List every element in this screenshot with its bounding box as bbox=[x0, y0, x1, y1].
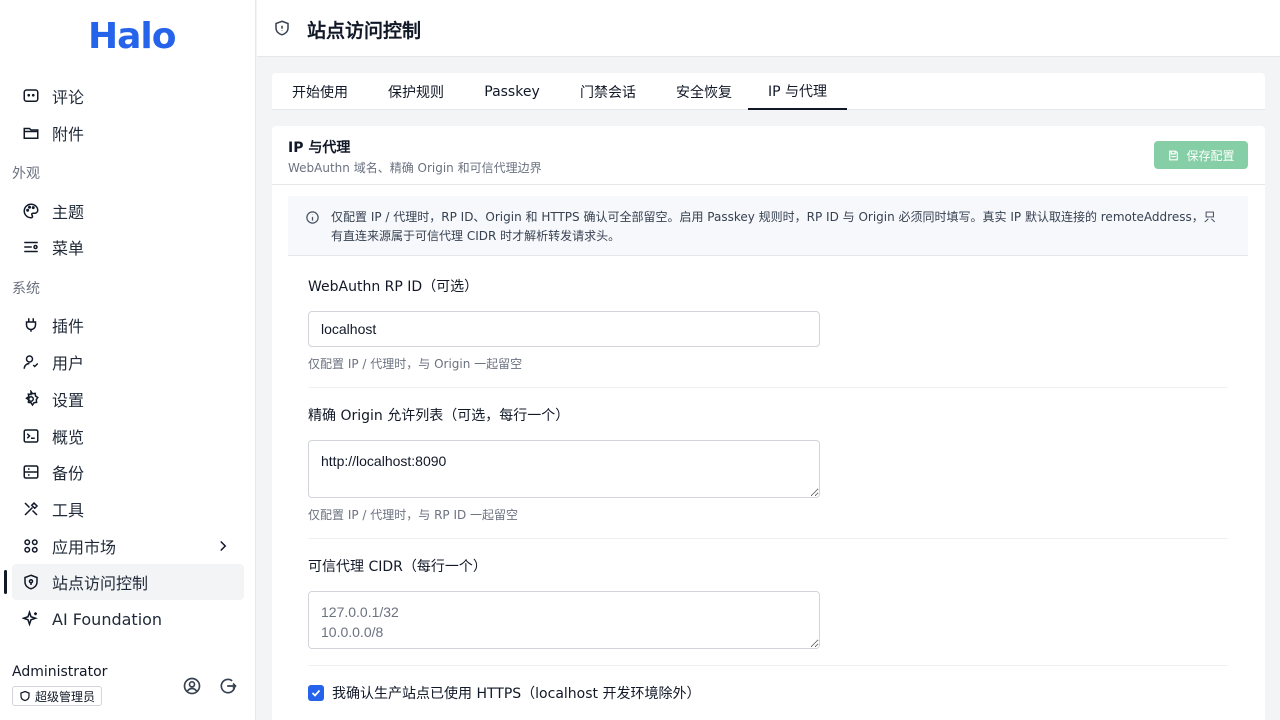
shield-icon bbox=[22, 573, 40, 591]
sidebar-item-plugins[interactable]: 插件 bbox=[12, 307, 244, 343]
origin-help: 仅配置 IP / 代理时，与 RP ID 一起留空 bbox=[308, 508, 519, 522]
shield-icon bbox=[275, 20, 289, 36]
tab-protection-rules[interactable]: 保护规则 bbox=[368, 73, 464, 110]
palette-icon bbox=[22, 202, 40, 220]
cidr-label: 可信代理 CIDR（每行一个） bbox=[308, 559, 487, 575]
section-title: IP 与代理 bbox=[288, 140, 351, 156]
sidebar-item-label: 评论 bbox=[52, 88, 85, 107]
rpid-label: WebAuthn RP ID（可选） bbox=[308, 279, 479, 295]
field-separator bbox=[308, 665, 1228, 666]
halo-logo[interactable]: Halo bbox=[88, 16, 176, 57]
plug-icon bbox=[22, 316, 40, 334]
logout-icon[interactable] bbox=[218, 676, 238, 696]
sidebar-item-users[interactable]: 用户 bbox=[12, 344, 244, 380]
tab-gate-sessions[interactable]: 门禁会话 bbox=[560, 73, 656, 110]
rpid-input[interactable] bbox=[308, 311, 820, 347]
shield-icon bbox=[20, 690, 30, 702]
sidebar-item-tools[interactable]: 工具 bbox=[12, 491, 244, 527]
terminal-icon bbox=[22, 427, 40, 445]
sidebar-item-ai-foundation[interactable]: AI Foundation bbox=[12, 601, 244, 637]
sidebar-item-label: 插件 bbox=[52, 317, 85, 336]
page-header: 站点访问控制 bbox=[257, 0, 1280, 57]
cidr-textarea[interactable] bbox=[308, 591, 820, 649]
tab-bar: 开始使用 保护规则 Passkey 门禁会话 安全恢复 IP 与代理 bbox=[272, 73, 1265, 110]
sidebar-item-label: 用户 bbox=[52, 354, 85, 373]
profile-name: Administrator bbox=[12, 664, 108, 680]
sidebar-item-label: 站点访问控制 bbox=[52, 574, 149, 593]
sidebar: Halo 评论 附件 外观 主题 菜单 系统 插件 用户 设置 概览 备份 工具… bbox=[0, 0, 256, 720]
card-divider bbox=[272, 184, 1265, 185]
sidebar-item-label: 附件 bbox=[52, 125, 85, 144]
backup-icon bbox=[22, 463, 40, 481]
https-confirm-label: 我确认生产站点已使用 HTTPS（localhost 开发环境除外） bbox=[332, 686, 701, 702]
sidebar-item-attachments[interactable]: 附件 bbox=[12, 115, 244, 151]
role-label: 超级管理员 bbox=[35, 689, 96, 704]
group-label-appearance: 外观 bbox=[12, 166, 40, 182]
sidebar-item-label: 菜单 bbox=[52, 239, 85, 258]
sparkle-icon bbox=[22, 610, 40, 628]
role-badge: 超级管理员 bbox=[12, 686, 103, 706]
tab-ip-proxy[interactable]: IP 与代理 bbox=[748, 73, 847, 110]
folder-icon bbox=[22, 124, 40, 142]
chevron-right-icon bbox=[220, 540, 227, 552]
sidebar-item-label: 概览 bbox=[52, 428, 85, 447]
sidebar-item-themes[interactable]: 主题 bbox=[12, 193, 244, 229]
https-confirm-row[interactable]: 我确认生产站点已使用 HTTPS（localhost 开发环境除外） bbox=[308, 683, 700, 703]
sidebar-item-label: AI Foundation bbox=[52, 609, 163, 629]
user-icon bbox=[22, 353, 40, 371]
sidebar-item-label: 应用市场 bbox=[52, 538, 117, 557]
check-icon bbox=[311, 689, 321, 697]
tab-security-recovery[interactable]: 安全恢复 bbox=[656, 73, 752, 110]
sidebar-item-label: 备份 bbox=[52, 464, 85, 483]
https-confirm-checkbox[interactable] bbox=[308, 685, 324, 701]
field-separator bbox=[308, 387, 1228, 388]
menu-icon bbox=[22, 238, 40, 256]
origin-label: 精确 Origin 允许列表（可选，每行一个） bbox=[308, 408, 570, 424]
rpid-help: 仅配置 IP / 代理时，与 Origin 一起留空 bbox=[308, 357, 523, 371]
sidebar-item-label: 设置 bbox=[52, 391, 85, 410]
tab-passkey[interactable]: Passkey bbox=[464, 73, 560, 110]
tab-getting-started[interactable]: 开始使用 bbox=[272, 73, 368, 110]
sidebar-item-site-access-control[interactable]: 站点访问控制 bbox=[4, 564, 244, 600]
field-separator bbox=[308, 538, 1228, 539]
save-config-button[interactable]: 保存配置 bbox=[1154, 141, 1248, 169]
alert-text: 仅配置 IP / 代理时，RP ID、Origin 和 HTTPS 确认可全部留… bbox=[331, 210, 1216, 243]
comment-icon bbox=[22, 87, 40, 105]
page-title: 站点访问控制 bbox=[307, 20, 422, 42]
profile-icon[interactable] bbox=[182, 676, 202, 696]
apps-icon bbox=[22, 537, 40, 555]
save-icon bbox=[1169, 150, 1179, 160]
sidebar-item-app-market[interactable]: 应用市场 bbox=[12, 528, 244, 564]
sidebar-item-menus[interactable]: 菜单 bbox=[12, 229, 244, 265]
sidebar-item-comments[interactable]: 评论 bbox=[12, 78, 244, 114]
save-button-label: 保存配置 bbox=[1186, 148, 1235, 163]
info-alert: 仅配置 IP / 代理时，RP ID、Origin 和 HTTPS 确认可全部留… bbox=[288, 196, 1248, 256]
info-icon bbox=[306, 211, 319, 224]
origin-textarea[interactable]: http://localhost:8090 bbox=[308, 440, 820, 498]
sidebar-item-backup[interactable]: 备份 bbox=[12, 454, 244, 490]
sidebar-item-overview[interactable]: 概览 bbox=[12, 418, 244, 454]
tools-icon bbox=[22, 500, 40, 518]
sidebar-item-label: 工具 bbox=[52, 501, 85, 520]
sidebar-item-settings[interactable]: 设置 bbox=[12, 381, 244, 417]
settings-card: IP 与代理 WebAuthn 域名、精确 Origin 和可信代理边界 保存配… bbox=[272, 126, 1265, 720]
sidebar-item-label: 主题 bbox=[52, 203, 85, 222]
user-profile: Administrator 超级管理员 bbox=[12, 664, 244, 706]
gear-icon bbox=[22, 390, 40, 408]
section-subtitle: WebAuthn 域名、精确 Origin 和可信代理边界 bbox=[288, 161, 542, 175]
group-label-system: 系统 bbox=[12, 281, 40, 297]
